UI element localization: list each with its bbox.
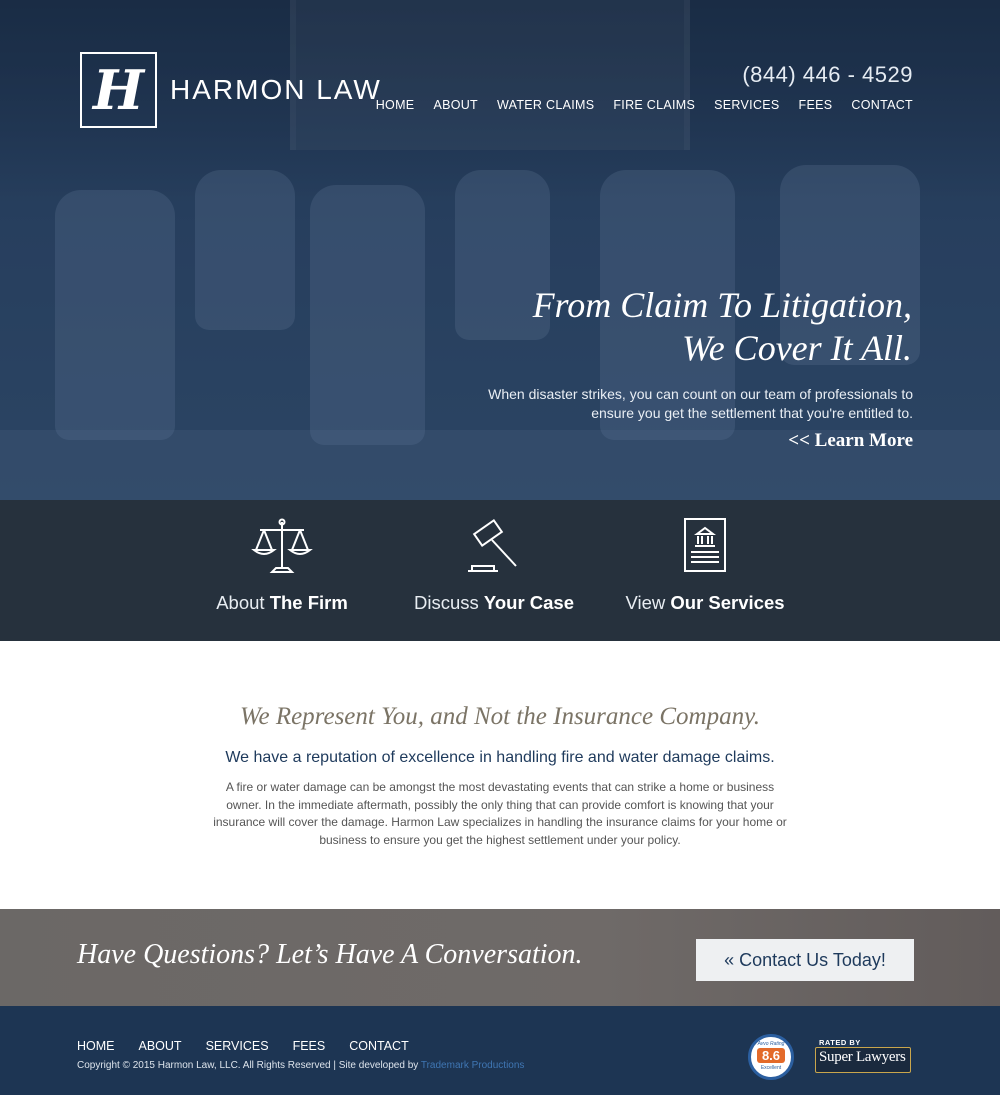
hero-headline: From Claim To Litigation, We Cover It Al…: [533, 284, 912, 370]
hero-subtext: When disaster strikes, you can count on …: [488, 386, 913, 421]
footer-nav-services[interactable]: SERVICES: [206, 1039, 269, 1053]
developer-link[interactable]: Trademark Productions: [421, 1060, 525, 1071]
logo-wordmark[interactable]: HARMON LAW: [170, 74, 382, 106]
footer-nav-contact[interactable]: CONTACT: [349, 1039, 409, 1053]
footer-nav: HOME ABOUT SERVICES FEES CONTACT: [77, 1039, 409, 1053]
feature-discuss-your-case[interactable]: Discuss Your Case: [404, 516, 584, 614]
avvo-rating-badge[interactable]: Avvo Rating 8.6 Excellent: [748, 1034, 794, 1080]
super-lawyers-name: Super Lawyers: [819, 1049, 906, 1065]
copyright-text: Copyright © 2015 Harmon Law, LLC. All Ri…: [77, 1060, 421, 1071]
footer-nav-about[interactable]: ABOUT: [139, 1039, 182, 1053]
intro-title: We Represent You, and Not the Insurance …: [239, 703, 761, 730]
avvo-rating-label: Avvo Rating: [757, 1041, 785, 1047]
feature-about-the-firm[interactable]: About The Firm: [192, 516, 372, 614]
nav-home[interactable]: HOME: [376, 98, 415, 112]
nav-fees[interactable]: FEES: [799, 98, 833, 112]
feature-services-label: View Our Services: [625, 592, 785, 613]
feature-discuss-label: Discuss Your Case: [413, 592, 575, 613]
nav-about[interactable]: ABOUT: [433, 98, 478, 112]
hero-headline-line2: We Cover It All.: [682, 328, 912, 368]
main-nav: HOME ABOUT WATER CLAIMS FIRE CLAIMS SERV…: [376, 98, 913, 112]
header-phone[interactable]: (844) 446 - 4529: [742, 62, 913, 88]
learn-more-link[interactable]: << Learn More: [788, 430, 913, 452]
footer-nav-home[interactable]: HOME: [77, 1039, 115, 1053]
intro-body: A fire or water damage can be amongst th…: [213, 780, 787, 847]
intro-subtitle: We have a reputation of excellence in ha…: [225, 749, 775, 766]
logo-letter: H: [92, 58, 145, 122]
footer: HOME ABOUT SERVICES FEES CONTACT Copyrig…: [0, 1006, 1000, 1095]
hero-headline-line1: From Claim To Litigation,: [532, 285, 912, 325]
intro-section: We Represent You, and Not the Insurance …: [0, 641, 1000, 909]
feature-about-label: About The Firm: [216, 592, 348, 613]
cta-text: Have Questions? Let’s Have A Conversatio…: [77, 939, 583, 970]
scales-icon: [251, 518, 313, 573]
feature-view-our-services[interactable]: View Our Services: [615, 516, 795, 614]
feature-bar: About The Firm Discuss Your Case View Ou…: [0, 500, 1000, 641]
document-icon: [684, 518, 726, 572]
nav-water-claims[interactable]: WATER CLAIMS: [497, 98, 594, 112]
nav-fire-claims[interactable]: FIRE CLAIMS: [613, 98, 695, 112]
logo-mark[interactable]: H: [80, 52, 157, 128]
cta-banner: Have Questions? Let’s Have A Conversatio…: [0, 909, 1000, 1006]
avvo-score: 8.6: [757, 1048, 785, 1063]
nav-services[interactable]: SERVICES: [714, 98, 779, 112]
super-lawyers-rated-by: RATED BY: [819, 1038, 861, 1047]
gavel-icon: [468, 518, 517, 572]
footer-nav-fees[interactable]: FEES: [293, 1039, 326, 1053]
avvo-rating-text: Excellent: [760, 1065, 782, 1071]
super-lawyers-badge[interactable]: RATED BY Super Lawyers: [815, 1038, 911, 1074]
copyright: Copyright © 2015 Harmon Law, LLC. All Ri…: [77, 1060, 524, 1071]
nav-contact[interactable]: CONTACT: [851, 98, 913, 112]
contact-us-button[interactable]: « Contact Us Today!: [696, 939, 914, 981]
hero-section: H HARMON LAW (844) 446 - 4529 HOME ABOUT…: [0, 0, 1000, 500]
